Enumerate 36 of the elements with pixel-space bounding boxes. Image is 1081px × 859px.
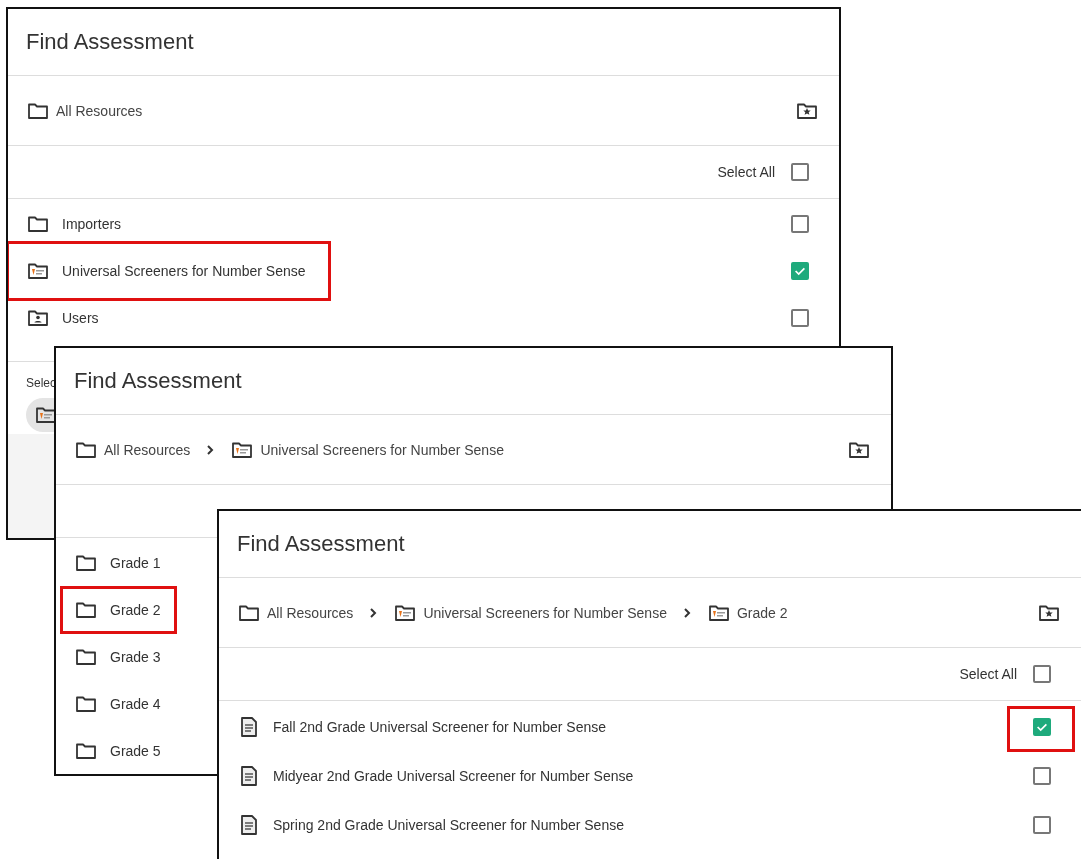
item-label[interactable]: Spring 2nd Grade Universal Screener for Number Sense [273, 816, 624, 833]
item-label[interactable]: Grade 3 [110, 648, 161, 665]
checkbox[interactable] [1033, 717, 1051, 736]
breadcrumb-label: All Resources [104, 441, 191, 458]
item-label[interactable]: Users [62, 309, 99, 326]
checkbox[interactable] [791, 163, 809, 181]
breadcrumb-label: All Resources [56, 102, 143, 119]
breadcrumb-label: Grade 2 [736, 604, 788, 621]
breadcrumb-label: Universal Screeners for Number Sense [260, 441, 504, 458]
checkbox[interactable] [1033, 815, 1051, 834]
breadcrumb-link[interactable]: All Resources [26, 98, 143, 123]
breadcrumb-label: Universal Screeners for Number Sense [423, 604, 667, 621]
dialog-title: Find Assessment [26, 29, 194, 55]
select-all-label: Select All [959, 666, 1017, 682]
dialog-title: Find Assessment [74, 368, 242, 394]
breadcrumb-link[interactable]: Universal Screeners for Number Sense [230, 437, 504, 462]
checkbox[interactable] [1033, 665, 1051, 683]
breadcrumb-label: All Resources [267, 604, 354, 621]
breadcrumb-link[interactable]: All Resources [74, 437, 191, 462]
checkbox[interactable] [791, 308, 809, 327]
item-label[interactable]: Universal Screeners for Number Sense [62, 262, 306, 279]
breadcrumb-link[interactable]: Universal Screeners for Number Sense [393, 600, 667, 625]
item-label[interactable]: Grade 1 [110, 554, 161, 571]
checkbox[interactable] [791, 214, 809, 233]
item-label[interactable]: Importers [62, 215, 122, 232]
breadcrumb-link[interactable]: All Resources [237, 600, 354, 625]
select-all-label: Select All [717, 164, 775, 180]
checkbox[interactable] [791, 261, 809, 280]
breadcrumb-link[interactable]: Grade 2 [706, 600, 788, 625]
item-label[interactable]: Grade 4 [110, 695, 161, 712]
item-label[interactable]: Midyear 2nd Grade Universal Screener for Number Sense [273, 767, 634, 784]
item-label[interactable]: Fall 2nd Grade Universal Screener for Number Sense [273, 718, 607, 735]
item-label[interactable]: Grade 5 [110, 742, 161, 759]
dialog-title: Find Assessment [237, 531, 405, 557]
checkbox[interactable] [1033, 766, 1051, 785]
item-label[interactable]: Grade 2 [110, 601, 161, 618]
